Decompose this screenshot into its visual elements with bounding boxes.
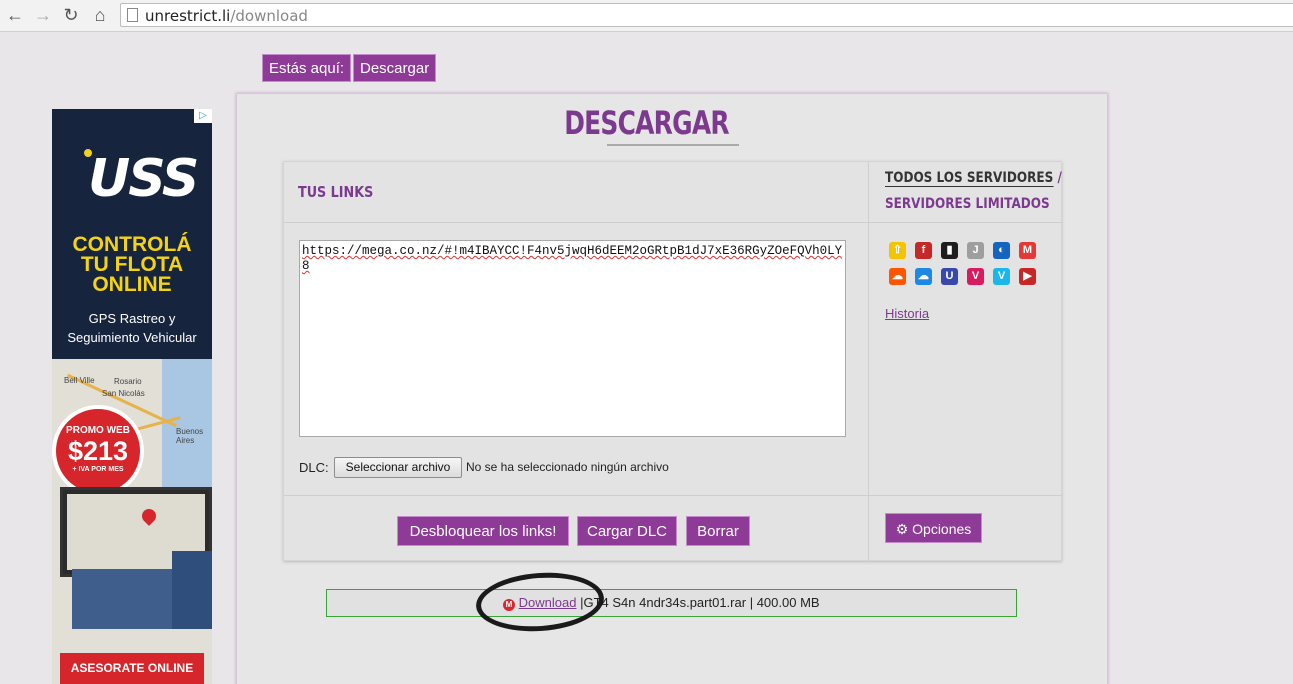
title-underline	[607, 144, 739, 146]
links-heading: TUS LINKS	[298, 183, 374, 201]
vimeo-red-icon[interactable]: V	[967, 268, 984, 285]
ad-map-town: San Nicolás	[102, 389, 145, 398]
filefactory-icon[interactable]: f	[915, 242, 932, 259]
result-separator: |	[749, 595, 754, 610]
file-status-text: No se ha seleccionado ningún archivo	[466, 460, 669, 474]
audio-server-icon[interactable]: ▮	[941, 242, 958, 259]
result-row: M Download |GT4 S4n 4ndr34s.part01.rar |…	[326, 589, 1017, 617]
back-arrow-icon[interactable]: ←	[4, 4, 26, 26]
ad-subline: GPS Rastreo y Seguimiento Vehicular	[67, 311, 197, 345]
clear-button[interactable]: Borrar	[686, 516, 750, 546]
home-icon[interactable]: ⌂	[89, 4, 111, 26]
url-text: unrestrict.li/download	[145, 7, 308, 25]
result-size: 400.00 MB	[756, 595, 820, 610]
options-button[interactable]: ⚙ Opciones	[885, 513, 982, 543]
page-title: DESCARGAR	[564, 104, 729, 142]
jumbo-icon[interactable]: J	[967, 242, 984, 259]
ad-headline: CONTROLÁ TU FLOTA ONLINE	[72, 233, 192, 296]
youtube-icon[interactable]: ▶	[1019, 268, 1036, 285]
uptobox-icon[interactable]: U	[941, 268, 958, 285]
depositfiles-icon[interactable]: ◐	[993, 242, 1010, 259]
ad-cta-button[interactable]: ASESORATE ONLINE	[60, 653, 204, 684]
unlock-links-button[interactable]: Desbloquear los links!	[397, 516, 569, 546]
dlc-label: DLC:	[299, 460, 329, 475]
choose-file-button[interactable]: Seleccionar archivo	[334, 457, 462, 478]
advertisement-banner[interactable]: ▷ USS CONTROLÁ TU FLOTA ONLINE GPS Rastr…	[52, 109, 212, 684]
ad-truck-image	[72, 551, 212, 629]
vimeo-icon[interactable]: V	[993, 268, 1010, 285]
forward-arrow-icon[interactable]: →	[32, 4, 54, 26]
load-dlc-button[interactable]: Cargar DLC	[577, 516, 677, 546]
history-link[interactable]: Historia	[885, 306, 929, 321]
reload-icon[interactable]: ↻	[60, 4, 82, 26]
mega-server-icon[interactable]: M	[1019, 242, 1036, 259]
links-textarea[interactable]: https://mega.co.nz/#!m4IBAYCC!F4nv5jwqH6…	[299, 240, 846, 437]
ad-map-town: Buenos Aires	[176, 427, 204, 445]
all-servers-link[interactable]: TODOS LOS SERVIDORES /	[885, 170, 1062, 187]
ad-promo-badge: PROMO WEB $213 + IVA POR MES	[52, 405, 144, 497]
cloud-server-icon[interactable]: ☁	[915, 268, 932, 285]
page-icon	[127, 8, 138, 22]
limited-servers-link[interactable]: SERVIDORES LIMITADOS	[885, 196, 1050, 212]
address-bar[interactable]: unrestrict.li/download	[120, 3, 1293, 27]
breadcrumb-prefix: Estás aquí:	[262, 54, 352, 82]
uploaded-icon[interactable]: ⇧	[889, 242, 906, 259]
ad-map-town: Rosario	[114, 377, 142, 386]
ad-map-town: Bell Ville	[64, 376, 95, 385]
ad-header: ▷ USS CONTROLÁ TU FLOTA ONLINE GPS Rastr…	[52, 109, 212, 359]
ad-logo: USS	[88, 149, 199, 209]
result-filename: GT4 S4n 4ndr34s.part01.rar	[583, 595, 747, 610]
breadcrumb-current[interactable]: Descargar	[353, 54, 437, 82]
soundcloud-icon[interactable]: ☁	[889, 268, 906, 285]
gear-icon: ⚙	[895, 521, 909, 537]
browser-toolbar: ← → ↻ ⌂ unrestrict.li/download	[0, 0, 1293, 32]
